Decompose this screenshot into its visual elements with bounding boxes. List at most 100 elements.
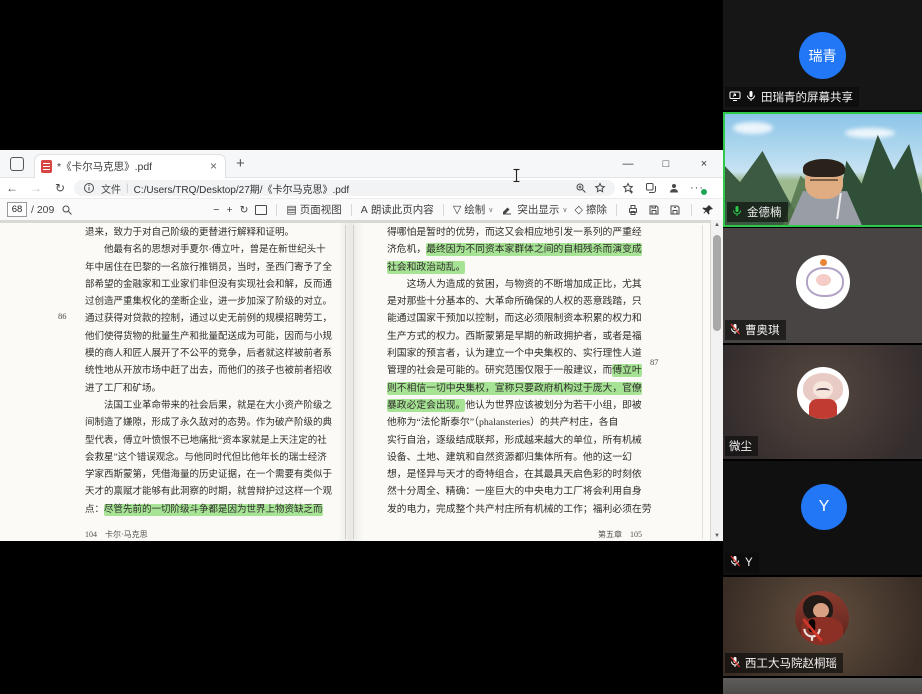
book-text-line: 他称为“法伦斯泰尔”（phalansteries）的共产村庄，各自 bbox=[387, 414, 649, 431]
margin-page-number-left: 86 bbox=[58, 311, 67, 321]
mic-muted-overlay-icon bbox=[799, 617, 825, 648]
save-as-icon[interactable] bbox=[668, 203, 682, 217]
highlight-button[interactable]: 突出显示 ∨ bbox=[500, 202, 567, 217]
book-text-line: 暴政必定会出现。他认为世界应该被划分为若干小组，即被 bbox=[387, 397, 649, 414]
maximize-button[interactable]: □ bbox=[647, 151, 685, 177]
book-text-line: 他最有名的思想对手夏尔·傅立叶，曾是在新世纪头十 bbox=[85, 242, 323, 259]
zoom-page-icon[interactable] bbox=[574, 181, 588, 195]
close-button[interactable]: × bbox=[685, 151, 723, 177]
divider bbox=[616, 204, 617, 216]
participant-label: 金德楠 bbox=[727, 202, 788, 222]
participant-tile-y[interactable]: Y Y bbox=[723, 461, 922, 575]
book-text-line: 学家西斯蒙第，凭借海量的历史证据，在一个需要有类似于 bbox=[85, 467, 323, 484]
book-text-line: 社会和政治动乱。 bbox=[387, 259, 649, 276]
save-icon[interactable] bbox=[647, 203, 661, 217]
mic-muted-icon bbox=[729, 656, 741, 671]
browser-tab-strip: *《卡尔马克思》.pdf × + — □ × bbox=[0, 150, 723, 178]
multi-tab-icon[interactable] bbox=[644, 181, 658, 195]
mic-muted-icon bbox=[729, 323, 741, 338]
book-text-line: 管理的社会是可能的。研究范围仅限于一般建议，而傅立叶 bbox=[387, 362, 649, 379]
pdf-tool-group: − + ↻ ▤ 页面视图 A 朗读此页内容 ▽ 绘制 ∨ bbox=[213, 202, 715, 217]
avatar-initials: 瑞青 bbox=[809, 46, 837, 66]
book-text-line: 会救星”这个错误观念。与他同时代但比他年长的瑞士经济 bbox=[85, 450, 323, 467]
book-text-line: 能通过国家干预加以控制，而这必须限制资本积累的权力和 bbox=[387, 310, 649, 327]
address-bar[interactable]: 文件 | C:/Users/TRQ/Desktop/27期/《卡尔马克思》.pd… bbox=[74, 180, 615, 196]
mic-icon bbox=[745, 90, 757, 105]
info-icon[interactable] bbox=[82, 181, 96, 195]
read-aloud-button[interactable]: A 朗读此页内容 bbox=[361, 202, 434, 217]
book-text-line: 然十分周全、精确：一座巨大的中央电力工厂将会利用自身 bbox=[387, 483, 649, 500]
participant-tile-weichen[interactable]: 微尘 bbox=[723, 345, 922, 459]
participant-tile-ruiqing[interactable]: 瑞青 田瑞青的屏幕共享 bbox=[723, 0, 922, 110]
zoom-out-button[interactable]: − bbox=[213, 204, 219, 216]
screen-share-banner: 田瑞青的屏幕共享 bbox=[725, 87, 859, 107]
book-text-line: 年中居住在巴黎的一名旅行推销员，当时，圣西门寄予了全 bbox=[85, 260, 323, 277]
book-text-line: 统性地从开放市场中赶了出去，而他们的孩子也被前者招收 bbox=[85, 363, 323, 380]
divider bbox=[443, 204, 444, 216]
screenshot-root: *《卡尔马克思》.pdf × + — □ × ← → ↻ 文件 | C:/Use… bbox=[0, 0, 922, 694]
favorite-star-icon[interactable] bbox=[593, 181, 607, 195]
participant-label: 西工大马院赵桐瑶 bbox=[725, 653, 843, 673]
refresh-button[interactable]: ↻ bbox=[48, 181, 72, 195]
page-number-input[interactable]: 68 bbox=[7, 202, 27, 217]
page-total-label: / 209 bbox=[31, 204, 54, 216]
pin-toolbar-icon[interactable] bbox=[701, 203, 715, 217]
erase-button[interactable]: ◇ 擦除 bbox=[575, 202, 607, 217]
search-icon[interactable] bbox=[60, 203, 74, 217]
pdf-toolbar: 68 / 209 − + ↻ ▤ 页面视图 A 朗读此页内容 bbox=[0, 198, 723, 221]
pdf-file-icon bbox=[41, 160, 52, 173]
chevron-down-icon[interactable]: ∨ bbox=[562, 206, 567, 214]
page-view-button[interactable]: ▤ 页面视图 bbox=[286, 202, 341, 217]
read-aloud-icon: A bbox=[361, 204, 368, 216]
book-spine-line bbox=[345, 225, 346, 539]
participant-tile-partial[interactable] bbox=[723, 678, 922, 694]
eraser-icon: ◇ bbox=[575, 203, 583, 216]
rotate-button[interactable]: ↻ bbox=[240, 204, 249, 216]
participant-tile-jindenan[interactable]: 金德楠 bbox=[723, 112, 922, 227]
new-tab-button[interactable]: + bbox=[236, 155, 245, 172]
scroll-up-icon[interactable]: ▲ bbox=[711, 220, 723, 230]
browser-toolbar: ← → ↻ 文件 | C:/Users/TRQ/Desktop/27期/《卡尔马… bbox=[0, 178, 723, 198]
collections-star-icon[interactable] bbox=[621, 181, 635, 195]
book-text-line: 天才的禀赋才能够有此洞察的时期，就曾辩护过这样一个观 bbox=[85, 484, 323, 501]
browser-menu-icon[interactable]: ··· bbox=[690, 182, 704, 194]
page-edge-line bbox=[702, 225, 703, 539]
minimize-button[interactable]: — bbox=[609, 151, 647, 177]
book-text-line: 通过获得对贷款的控制，通过以史无前例的规模招聘劳工， bbox=[85, 311, 323, 328]
pdf-scrollbar[interactable]: ▲ ▼ bbox=[711, 220, 723, 541]
browser-tab[interactable]: *《卡尔马克思》.pdf × bbox=[34, 154, 226, 178]
chevron-down-icon[interactable]: ∨ bbox=[488, 206, 493, 214]
window-controls: — □ × bbox=[609, 151, 723, 177]
scroll-down-icon[interactable]: ▼ bbox=[711, 531, 723, 541]
participant-label: Y bbox=[725, 553, 759, 572]
right-page-footer: 第五章 105 bbox=[500, 529, 642, 540]
address-url: C:/Users/TRQ/Desktop/27期/《卡尔马克思》.pdf bbox=[134, 181, 569, 196]
book-text-line: 点：尽管先前的一切阶级斗争都是因为世界上物资缺乏而 bbox=[85, 502, 323, 519]
tab-actions-icon[interactable] bbox=[10, 157, 24, 171]
book-text-line: 过创造严重集权化的垄断企业，进一步加深了阶级的对立。 bbox=[85, 294, 323, 311]
print-icon[interactable] bbox=[626, 203, 640, 217]
book-text-line: 部希望的金融家和工业家们非但没有实现社会和解，反而通 bbox=[85, 277, 323, 294]
back-button[interactable]: ← bbox=[0, 181, 24, 195]
book-text-line: 实行自治，逐级结成联邦，形成越来越大的单位，所有机械 bbox=[387, 432, 649, 449]
book-text-line: 设备、土地、建筑和自然资源都归集体所有。他的这一幻 bbox=[387, 449, 649, 466]
book-text-line: 生产方式的权力。西斯蒙第是早期的新政拥护者，或者是福 bbox=[387, 328, 649, 345]
address-separator: | bbox=[126, 183, 129, 194]
participant-tile-zhaotongyao[interactable]: 西工大马院赵桐瑶 bbox=[723, 577, 922, 676]
avatar: 瑞青 bbox=[799, 32, 846, 79]
book-text-line: 法国工业革命带来的社会后果，就是在大小资产阶级之 bbox=[85, 398, 323, 415]
left-page-footer: 104 卡尔·马克思 bbox=[85, 529, 148, 540]
profile-avatar-icon[interactable] bbox=[667, 181, 681, 195]
scrollbar-thumb[interactable] bbox=[713, 235, 721, 331]
draw-button[interactable]: ▽ 绘制 ∨ bbox=[453, 202, 494, 217]
person-glasses bbox=[810, 179, 838, 185]
share-label: 田瑞青的屏幕共享 bbox=[761, 89, 853, 105]
mic-on-icon bbox=[731, 205, 743, 220]
participant-tile-caoaoqi[interactable]: 曹奥琪 bbox=[723, 228, 922, 343]
tab-close-icon[interactable]: × bbox=[208, 159, 219, 173]
book-text-line: 想，是怪异与天才的奇特组合，在其最具天启色彩的时刻依 bbox=[387, 466, 649, 483]
update-badge bbox=[700, 188, 708, 196]
zoom-in-button[interactable]: + bbox=[226, 204, 232, 216]
fit-page-icon[interactable] bbox=[255, 205, 267, 215]
tab-title: *《卡尔马克思》.pdf bbox=[57, 159, 203, 174]
